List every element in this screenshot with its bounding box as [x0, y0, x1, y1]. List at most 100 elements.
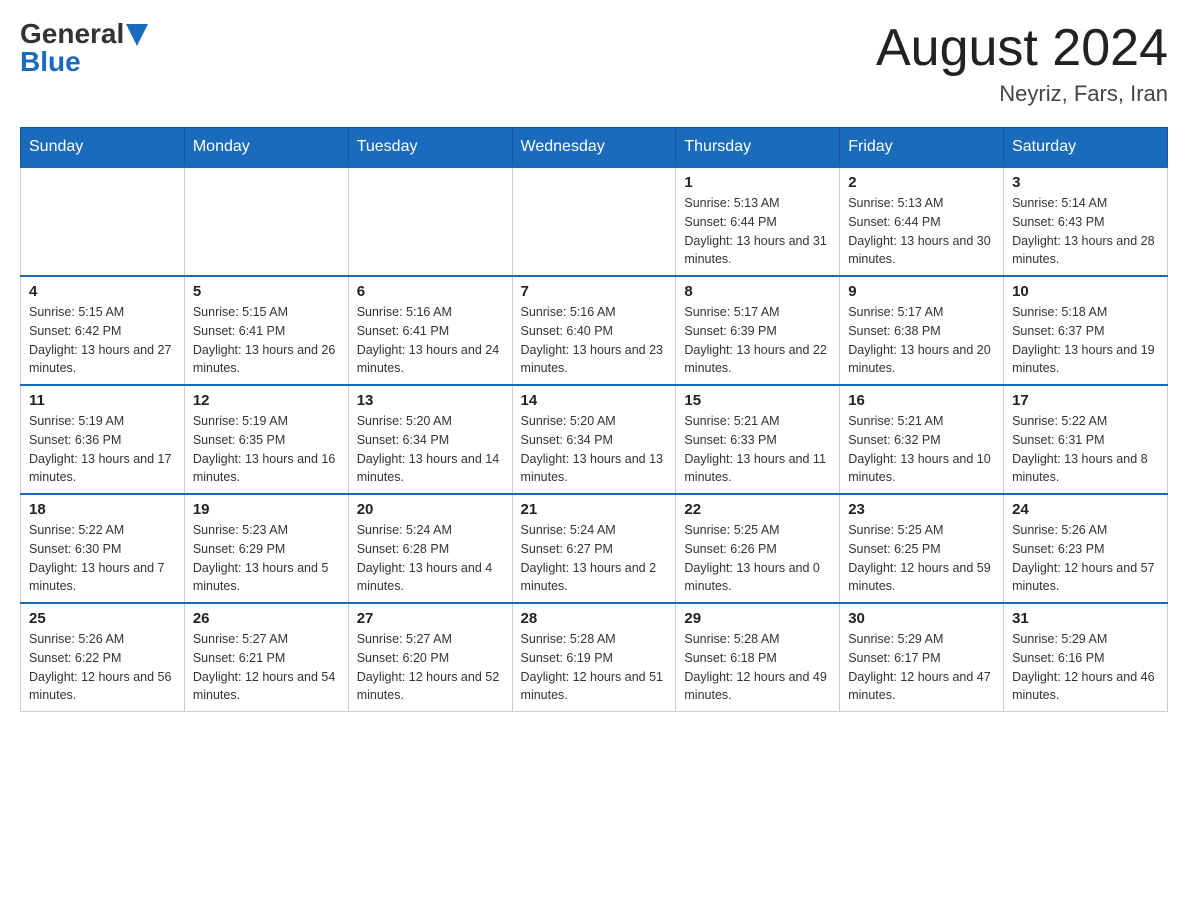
calendar-week-2: 4 Sunrise: 5:15 AMSunset: 6:42 PMDaylight… [21, 276, 1168, 385]
calendar-cell: 1 Sunrise: 5:13 AMSunset: 6:44 PMDaylight… [676, 167, 840, 276]
calendar-cell [512, 167, 676, 276]
calendar-cell: 23 Sunrise: 5:25 AMSunset: 6:25 PMDayligh… [840, 494, 1004, 603]
calendar-cell: 27Sunrise: 5:27 AMSunset: 6:20 PMDayligh… [348, 603, 512, 712]
day-number: 1 [684, 174, 831, 191]
day-number: 8 [684, 283, 831, 300]
day-number: 26 [193, 610, 340, 627]
month-title: August 2024 [876, 20, 1168, 77]
day-number: 15 [684, 392, 831, 409]
day-info: Sunrise: 5:25 AMSunset: 6:26 PMDaylight:… [684, 521, 831, 596]
day-info: Sunrise: 5:27 AMSunset: 6:21 PMDaylight:… [193, 630, 340, 705]
day-info: Sunrise: 5:26 AMSunset: 6:22 PMDaylight:… [29, 630, 176, 705]
logo: General Blue [20, 20, 148, 76]
day-number: 4 [29, 283, 176, 300]
day-number: 21 [521, 501, 668, 518]
logo-general-text: General [20, 20, 124, 48]
day-number: 20 [357, 501, 504, 518]
calendar-cell: 26 Sunrise: 5:27 AMSunset: 6:21 PMDayligh… [184, 603, 348, 712]
location-text: Neyriz, Fars, Iran [876, 81, 1168, 107]
day-info: Sunrise: 5:22 AMSunset: 6:31 PMDaylight:… [1012, 412, 1159, 487]
calendar-cell: 20 Sunrise: 5:24 AMSunset: 6:28 PMDayligh… [348, 494, 512, 603]
day-info: Sunrise: 5:13 AMSunset: 6:44 PMDaylight:… [848, 194, 995, 269]
calendar-cell: 8 Sunrise: 5:17 AMSunset: 6:39 PMDaylight… [676, 276, 840, 385]
day-info: Sunrise: 5:28 AMSunset: 6:19 PMDaylight:… [521, 630, 668, 705]
day-number: 28 [521, 610, 668, 627]
day-info: Sunrise: 5:16 AMSunset: 6:40 PMDaylight:… [521, 303, 668, 378]
calendar-cell: 29 Sunrise: 5:28 AMSunset: 6:18 PMDayligh… [676, 603, 840, 712]
calendar-cell: 6Sunrise: 5:16 AMSunset: 6:41 PMDaylight… [348, 276, 512, 385]
calendar-cell: 22 Sunrise: 5:25 AMSunset: 6:26 PMDayligh… [676, 494, 840, 603]
day-info: Sunrise: 5:15 AMSunset: 6:42 PMDaylight:… [29, 303, 176, 378]
calendar-cell [184, 167, 348, 276]
day-number: 2 [848, 174, 995, 191]
calendar-table: SundayMondayTuesdayWednesdayThursdayFrid… [20, 127, 1168, 712]
day-info: Sunrise: 5:21 AMSunset: 6:32 PMDaylight:… [848, 412, 995, 487]
day-number: 18 [29, 501, 176, 518]
calendar-cell: 19Sunrise: 5:23 AMSunset: 6:29 PMDayligh… [184, 494, 348, 603]
day-info: Sunrise: 5:18 AMSunset: 6:37 PMDaylight:… [1012, 303, 1159, 378]
logo-blue-text: Blue [20, 48, 81, 76]
day-number: 16 [848, 392, 995, 409]
day-number: 29 [684, 610, 831, 627]
page-header: General Blue August 2024 Neyriz, Fars, I… [20, 20, 1168, 107]
day-number: 23 [848, 501, 995, 518]
day-number: 25 [29, 610, 176, 627]
day-number: 10 [1012, 283, 1159, 300]
day-number: 9 [848, 283, 995, 300]
day-info: Sunrise: 5:24 AMSunset: 6:28 PMDaylight:… [357, 521, 504, 596]
calendar-cell: 9 Sunrise: 5:17 AMSunset: 6:38 PMDaylight… [840, 276, 1004, 385]
calendar-header-saturday: Saturday [1004, 128, 1168, 168]
calendar-cell: 4 Sunrise: 5:15 AMSunset: 6:42 PMDaylight… [21, 276, 185, 385]
day-info: Sunrise: 5:21 AMSunset: 6:33 PMDaylight:… [684, 412, 831, 487]
day-info: Sunrise: 5:20 AMSunset: 6:34 PMDaylight:… [357, 412, 504, 487]
day-info: Sunrise: 5:29 AMSunset: 6:17 PMDaylight:… [848, 630, 995, 705]
calendar-cell: 25 Sunrise: 5:26 AMSunset: 6:22 PMDayligh… [21, 603, 185, 712]
calendar-header-monday: Monday [184, 128, 348, 168]
day-number: 7 [521, 283, 668, 300]
day-number: 14 [521, 392, 668, 409]
day-info: Sunrise: 5:22 AMSunset: 6:30 PMDaylight:… [29, 521, 176, 596]
calendar-cell: 28 Sunrise: 5:28 AMSunset: 6:19 PMDayligh… [512, 603, 676, 712]
day-info: Sunrise: 5:25 AMSunset: 6:25 PMDaylight:… [848, 521, 995, 596]
calendar-header-friday: Friday [840, 128, 1004, 168]
logo-triangle-icon [126, 24, 148, 46]
day-info: Sunrise: 5:17 AMSunset: 6:38 PMDaylight:… [848, 303, 995, 378]
day-info: Sunrise: 5:15 AMSunset: 6:41 PMDaylight:… [193, 303, 340, 378]
calendar-cell: 7 Sunrise: 5:16 AMSunset: 6:40 PMDaylight… [512, 276, 676, 385]
day-info: Sunrise: 5:26 AMSunset: 6:23 PMDaylight:… [1012, 521, 1159, 596]
calendar-cell: 5Sunrise: 5:15 AMSunset: 6:41 PMDaylight… [184, 276, 348, 385]
calendar-week-4: 18 Sunrise: 5:22 AMSunset: 6:30 PMDayligh… [21, 494, 1168, 603]
calendar-cell: 16 Sunrise: 5:21 AMSunset: 6:32 PMDayligh… [840, 385, 1004, 494]
day-info: Sunrise: 5:13 AMSunset: 6:44 PMDaylight:… [684, 194, 831, 269]
calendar-week-3: 11 Sunrise: 5:19 AMSunset: 6:36 PMDayligh… [21, 385, 1168, 494]
day-number: 24 [1012, 501, 1159, 518]
calendar-cell: 3Sunrise: 5:14 AMSunset: 6:43 PMDaylight… [1004, 167, 1168, 276]
calendar-cell: 24 Sunrise: 5:26 AMSunset: 6:23 PMDayligh… [1004, 494, 1168, 603]
day-info: Sunrise: 5:16 AMSunset: 6:41 PMDaylight:… [357, 303, 504, 378]
calendar-cell: 30 Sunrise: 5:29 AMSunset: 6:17 PMDayligh… [840, 603, 1004, 712]
calendar-cell: 12Sunrise: 5:19 AMSunset: 6:35 PMDayligh… [184, 385, 348, 494]
calendar-header-thursday: Thursday [676, 128, 840, 168]
day-number: 3 [1012, 174, 1159, 191]
day-number: 12 [193, 392, 340, 409]
day-number: 22 [684, 501, 831, 518]
day-info: Sunrise: 5:19 AMSunset: 6:36 PMDaylight:… [29, 412, 176, 487]
calendar-cell: 13Sunrise: 5:20 AMSunset: 6:34 PMDayligh… [348, 385, 512, 494]
day-number: 17 [1012, 392, 1159, 409]
day-info: Sunrise: 5:27 AMSunset: 6:20 PMDaylight:… [357, 630, 504, 705]
day-number: 31 [1012, 610, 1159, 627]
calendar-cell: 21Sunrise: 5:24 AMSunset: 6:27 PMDayligh… [512, 494, 676, 603]
calendar-header-tuesday: Tuesday [348, 128, 512, 168]
day-number: 11 [29, 392, 176, 409]
calendar-cell: 2 Sunrise: 5:13 AMSunset: 6:44 PMDaylight… [840, 167, 1004, 276]
day-info: Sunrise: 5:29 AMSunset: 6:16 PMDaylight:… [1012, 630, 1159, 705]
calendar-cell: 31 Sunrise: 5:29 AMSunset: 6:16 PMDayligh… [1004, 603, 1168, 712]
calendar-cell: 10 Sunrise: 5:18 AMSunset: 6:37 PMDayligh… [1004, 276, 1168, 385]
day-number: 30 [848, 610, 995, 627]
day-info: Sunrise: 5:17 AMSunset: 6:39 PMDaylight:… [684, 303, 831, 378]
calendar-header-wednesday: Wednesday [512, 128, 676, 168]
calendar-header-sunday: Sunday [21, 128, 185, 168]
calendar-header-row: SundayMondayTuesdayWednesdayThursdayFrid… [21, 128, 1168, 168]
calendar-cell [21, 167, 185, 276]
day-info: Sunrise: 5:28 AMSunset: 6:18 PMDaylight:… [684, 630, 831, 705]
